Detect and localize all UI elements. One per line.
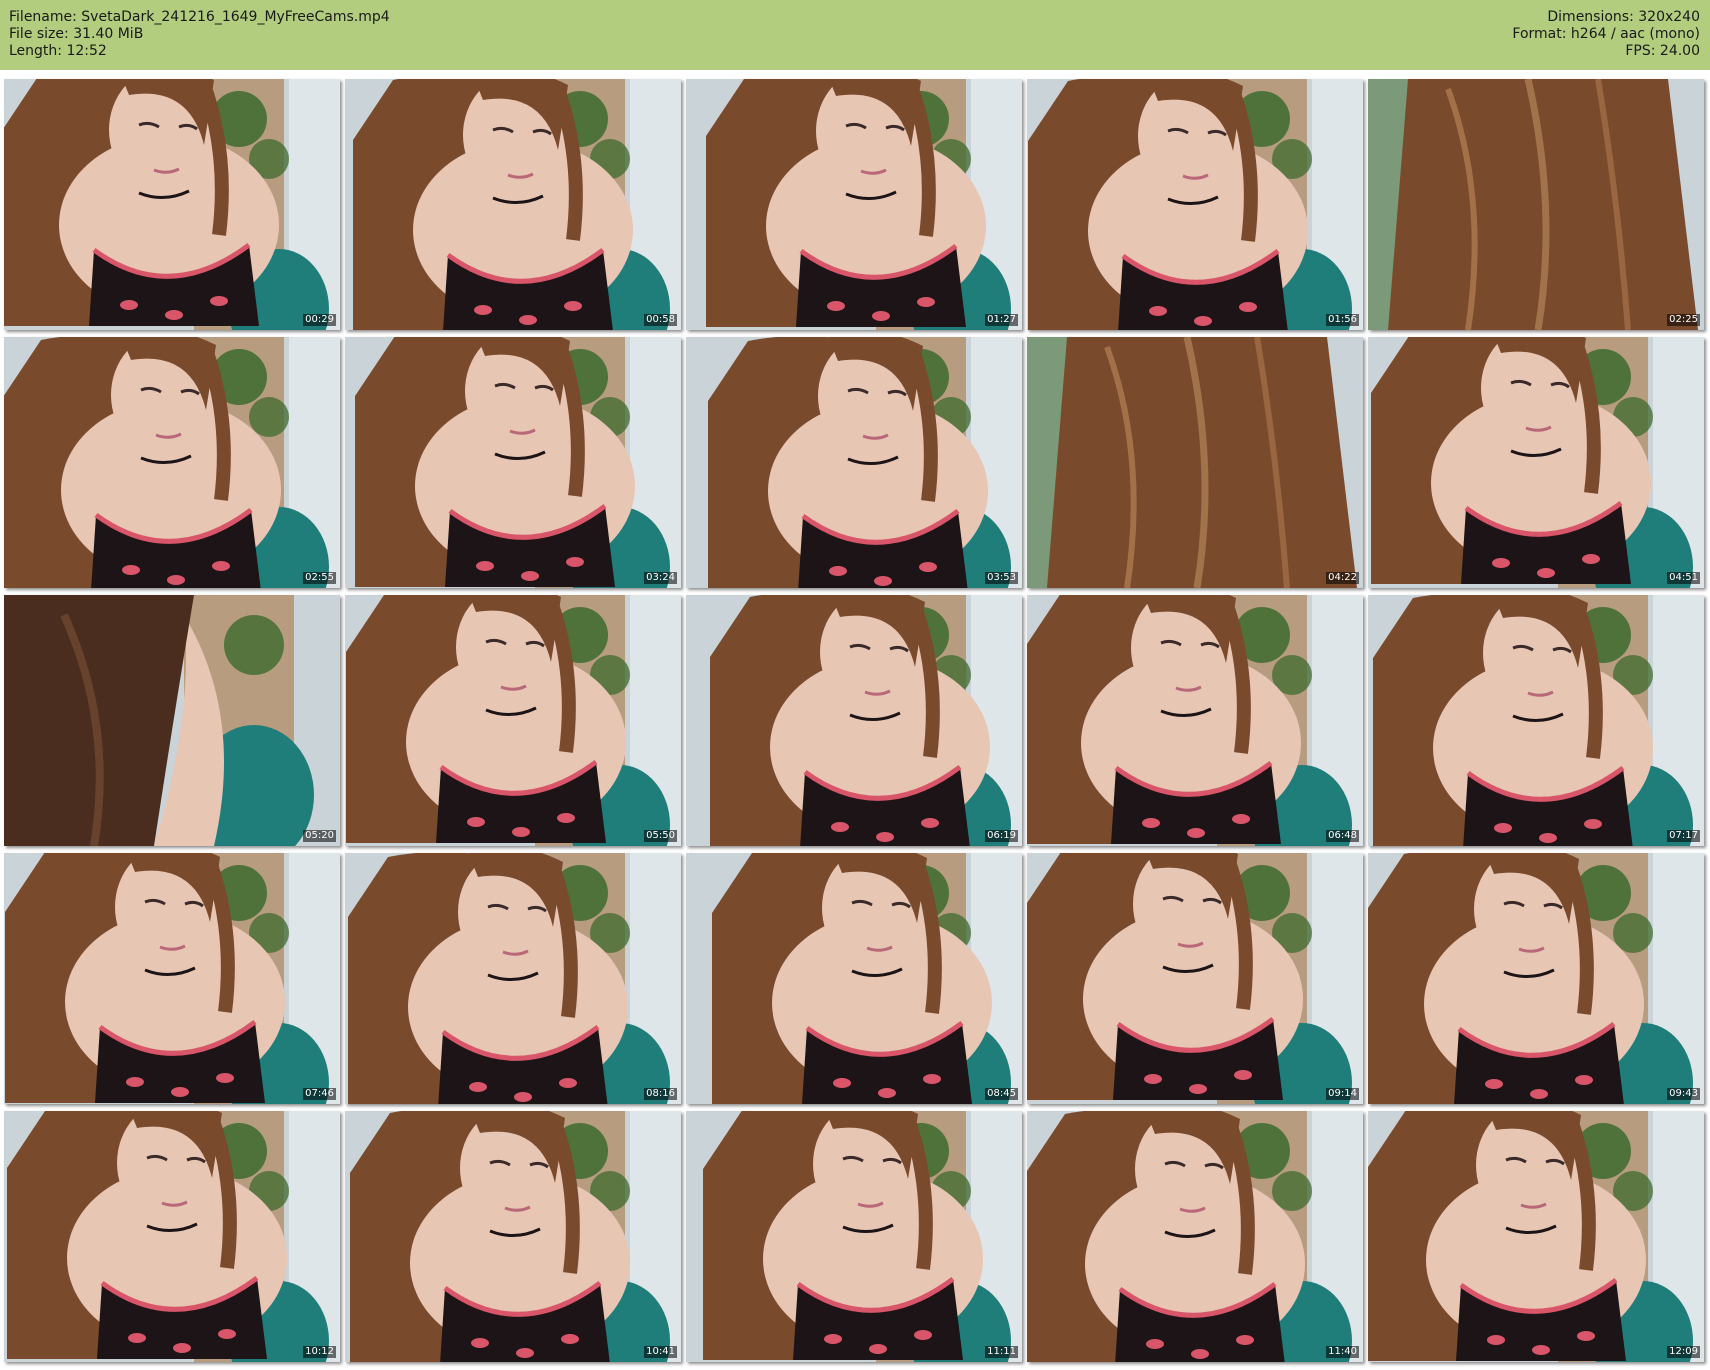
- video-frame-image: [1027, 79, 1363, 330]
- video-frame-image: [686, 1111, 1022, 1362]
- video-frame-image: [686, 595, 1022, 846]
- thumbnail-frame: 11:11: [686, 1111, 1022, 1362]
- video-frame-image: [1027, 1111, 1363, 1362]
- thumbnail-frame: 04:22: [1027, 337, 1363, 588]
- video-frame-image: [1368, 1111, 1704, 1362]
- thumbnail-frame: 08:45: [686, 853, 1022, 1104]
- thumbnail-frame: 00:58: [345, 79, 681, 330]
- frame-timestamp: 09:14: [1326, 1088, 1359, 1100]
- thumbnail-frame: 02:55: [4, 337, 340, 588]
- frame-timestamp: 10:41: [644, 1346, 677, 1358]
- frame-timestamp: 04:22: [1326, 572, 1359, 584]
- thumbnail-frame: 02:25: [1368, 79, 1704, 330]
- video-frame-image: [686, 79, 1022, 330]
- video-frame-image: [4, 853, 340, 1104]
- thumbnail-frame: 05:50: [345, 595, 681, 846]
- filesize-text: File size: 31.40 MiB: [9, 26, 144, 42]
- video-frame-image: [1027, 595, 1363, 846]
- frame-timestamp: 05:50: [644, 830, 677, 842]
- thumbnail-frame: 06:19: [686, 595, 1022, 846]
- frame-timestamp: 11:11: [985, 1346, 1018, 1358]
- thumbnail-frame: 04:51: [1368, 337, 1704, 588]
- video-frame-image: [1027, 337, 1363, 588]
- frame-timestamp: 03:53: [985, 572, 1018, 584]
- video-frame-image: [1368, 853, 1704, 1104]
- frame-timestamp: 07:46: [303, 1088, 336, 1100]
- frame-timestamp: 12:09: [1667, 1346, 1700, 1358]
- thumbnail-frame: 07:17: [1368, 595, 1704, 846]
- video-frame-image: [1368, 595, 1704, 846]
- video-frame-image: [4, 79, 340, 330]
- thumbnail-frame: 06:48: [1027, 595, 1363, 846]
- format-text: Format: h264 / aac (mono): [1512, 26, 1700, 42]
- frame-timestamp: 04:51: [1667, 572, 1700, 584]
- thumbnail-frame: 03:53: [686, 337, 1022, 588]
- frame-timestamp: 09:43: [1667, 1088, 1700, 1100]
- thumbnail-frame: 01:27: [686, 79, 1022, 330]
- thumbnail-frame: 12:09: [1368, 1111, 1704, 1362]
- thumbnail-frame: 10:12: [4, 1111, 340, 1362]
- frame-timestamp: 02:25: [1667, 314, 1700, 326]
- frame-timestamp: 11:40: [1326, 1346, 1359, 1358]
- length-text: Length: 12:52: [9, 43, 107, 59]
- frame-timestamp: 06:19: [985, 830, 1018, 842]
- frame-timestamp: 10:12: [303, 1346, 336, 1358]
- video-frame-image: [1368, 79, 1704, 330]
- video-frame-image: [686, 337, 1022, 588]
- frame-timestamp: 03:24: [644, 572, 677, 584]
- contact-sheet-header: Filename: SvetaDark_241216_1649_MyFreeCa…: [0, 0, 1710, 70]
- dimensions-text: Dimensions: 320x240: [1547, 9, 1700, 25]
- frame-timestamp: 00:29: [303, 314, 336, 326]
- frame-timestamp: 07:17: [1667, 830, 1700, 842]
- video-frame-image: [345, 337, 681, 588]
- video-frame-image: [4, 595, 340, 846]
- thumbnail-frame: 07:46: [4, 853, 340, 1104]
- frame-timestamp: 01:27: [985, 314, 1018, 326]
- video-frame-image: [1027, 853, 1363, 1104]
- file-info-right: Dimensions: 320x240 Format: h264 / aac (…: [1512, 9, 1700, 60]
- thumbnail-frame: 10:41: [345, 1111, 681, 1362]
- frame-timestamp: 01:56: [1326, 314, 1359, 326]
- frame-timestamp: 05:20: [303, 830, 336, 842]
- video-frame-image: [345, 79, 681, 330]
- thumbnail-frame: 01:56: [1027, 79, 1363, 330]
- file-info-left: Filename: SvetaDark_241216_1649_MyFreeCa…: [9, 9, 390, 60]
- thumbnail-frame: 09:14: [1027, 853, 1363, 1104]
- frame-timestamp: 00:58: [644, 314, 677, 326]
- video-frame-image: [345, 1111, 681, 1362]
- thumbnail-frame: 03:24: [345, 337, 681, 588]
- thumbnail-frame: 05:20: [4, 595, 340, 846]
- frame-timestamp: 06:48: [1326, 830, 1359, 842]
- thumbnail-frame: 00:29: [4, 79, 340, 330]
- frame-timestamp: 08:45: [985, 1088, 1018, 1100]
- video-frame-image: [4, 1111, 340, 1362]
- frame-timestamp: 02:55: [303, 572, 336, 584]
- thumbnail-grid: 00:29 00:58 01:27 01:56 02:25 02:55 03:24 03:53…: [4, 79, 1704, 1364]
- frame-timestamp: 08:16: [644, 1088, 677, 1100]
- video-frame-image: [1368, 337, 1704, 588]
- fps-text: FPS: 24.00: [1625, 43, 1700, 59]
- video-frame-image: [4, 337, 340, 588]
- thumbnail-frame: 08:16: [345, 853, 681, 1104]
- video-frame-image: [345, 853, 681, 1104]
- thumbnail-frame: 11:40: [1027, 1111, 1363, 1362]
- thumbnail-frame: 09:43: [1368, 853, 1704, 1104]
- filename-text: Filename: SvetaDark_241216_1649_MyFreeCa…: [9, 9, 390, 25]
- video-frame-image: [345, 595, 681, 846]
- video-frame-image: [686, 853, 1022, 1104]
